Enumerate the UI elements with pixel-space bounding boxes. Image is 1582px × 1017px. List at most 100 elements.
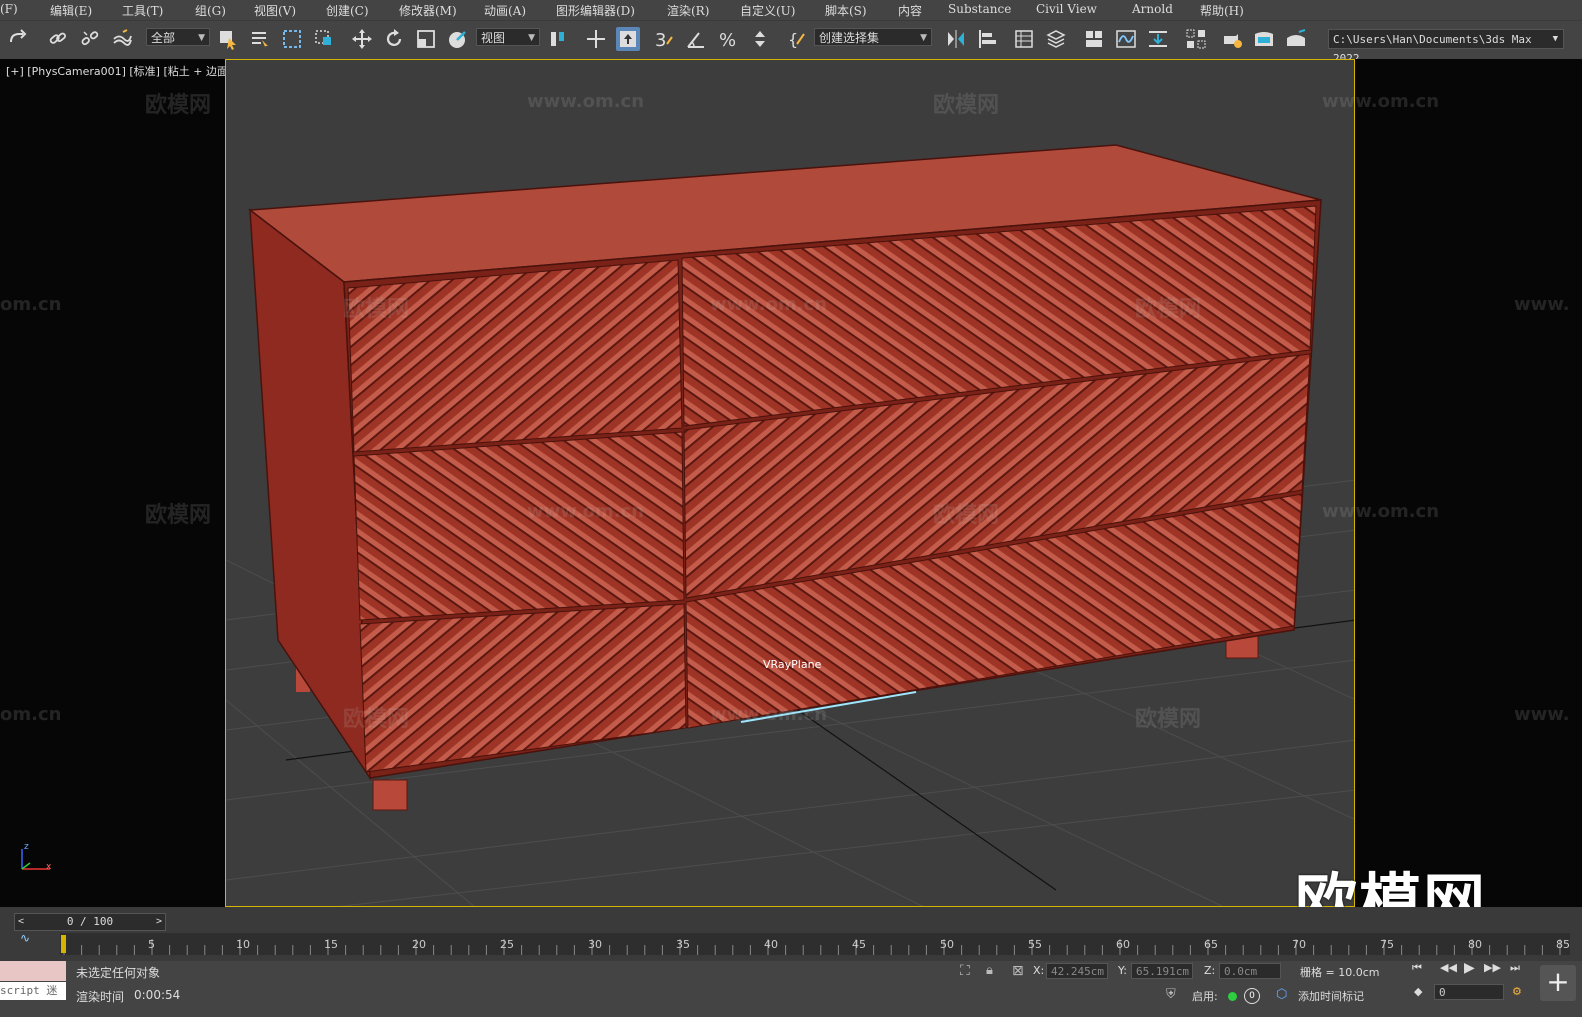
layer-explorer-icon[interactable] xyxy=(1044,27,1068,51)
named-selection-dropdown[interactable]: 创建选择集 ▼ xyxy=(814,28,932,46)
angle-snap-icon[interactable] xyxy=(684,27,708,51)
select-object-icon[interactable] xyxy=(216,27,240,51)
menu-bar: (F) 编辑(E) 工具(T) 组(G) 视图(V) 创建(C) 修改器(M) … xyxy=(0,0,1582,20)
keyboard-shortcut-override-icon[interactable] xyxy=(616,27,640,51)
chevron-right-icon[interactable]: > xyxy=(156,914,162,930)
viewport[interactable]: [+] [PhysCamera001] [标准] [粘土 + 边面] VRayP… xyxy=(0,59,1582,907)
bind-spacewarp-icon[interactable] xyxy=(110,27,134,51)
drawer-panel xyxy=(359,603,687,773)
y-coordinate-field[interactable]: 65.191cm xyxy=(1131,963,1193,979)
snaps-toggle-icon[interactable]: 3 xyxy=(652,27,676,51)
redo-icon[interactable] xyxy=(6,27,30,51)
time-slider[interactable]: < 0 / 100 > ∿ 05101520253035404550556065… xyxy=(0,907,1582,961)
menu-customize[interactable]: 自定义(U) xyxy=(740,2,795,19)
watermark: www.om.cn xyxy=(527,501,645,522)
viewport-label[interactable]: [+] [PhysCamera001] [标准] [粘土 + 边面] xyxy=(6,63,232,79)
menu-rendering[interactable]: 渲染(R) xyxy=(667,2,709,19)
mirror-icon[interactable] xyxy=(944,27,968,51)
render-setup-icon[interactable] xyxy=(1220,27,1244,51)
z-coordinate-field[interactable]: 0.0cm xyxy=(1219,963,1281,979)
percent-snap-icon[interactable]: % xyxy=(716,27,740,51)
maxscript-mini-listener[interactable]: script 迷 xyxy=(0,982,66,1000)
render-production-icon[interactable] xyxy=(1284,27,1308,51)
window-crossing-icon[interactable] xyxy=(312,27,336,51)
reference-coord-dropdown[interactable]: 视图 ▼ xyxy=(476,28,540,46)
menu-content[interactable]: 内容 xyxy=(898,2,922,19)
timeline-tick-label: 5 xyxy=(148,938,155,951)
enable-count-badge[interactable]: 0 xyxy=(1244,988,1260,1004)
key-mode-icon[interactable]: ◆ xyxy=(1414,985,1422,998)
menu-arnold[interactable]: Arnold xyxy=(1132,2,1173,16)
unlink-icon[interactable] xyxy=(78,27,102,51)
placement-icon[interactable] xyxy=(446,27,470,51)
go-to-end-icon[interactable]: ⏭ xyxy=(1510,961,1520,975)
watermark: 欧模网 xyxy=(145,503,212,528)
menu-tools[interactable]: 工具(T) xyxy=(122,2,163,19)
maxscript-listener-top[interactable] xyxy=(0,961,66,981)
select-manipulate-icon[interactable] xyxy=(584,27,608,51)
camera-safe-frame[interactable]: VRayPlane xyxy=(225,59,1355,907)
project-path-field[interactable]: C:\Users\Han\Documents\3ds Max 2022▼ xyxy=(1328,29,1564,65)
curve-editor-mini-icon[interactable]: ∿ xyxy=(20,931,30,945)
timeline-tick-label: 60 xyxy=(1116,938,1130,951)
timeline-track[interactable] xyxy=(60,933,1570,955)
material-editor-icon[interactable] xyxy=(1184,27,1208,51)
absolute-mode-icon[interactable]: ⊠ xyxy=(1012,963,1024,979)
align-icon[interactable] xyxy=(976,27,1000,51)
menu-scripting[interactable]: 脚本(S) xyxy=(825,2,867,19)
chevron-left-icon[interactable]: < xyxy=(18,914,24,930)
timeline-tick-label: 25 xyxy=(500,938,514,951)
timeline-tick-label: 65 xyxy=(1204,938,1218,951)
go-to-start-icon[interactable]: ⏮ xyxy=(1412,961,1422,975)
menu-graph-editors[interactable]: 图形编辑器(D) xyxy=(556,2,635,19)
menu-create[interactable]: 创建(C) xyxy=(326,2,369,19)
add-viewport-button[interactable]: + xyxy=(1540,965,1576,1001)
scale-icon[interactable] xyxy=(414,27,438,51)
play-icon[interactable]: ▶ xyxy=(1464,960,1475,976)
current-frame-field[interactable]: 0 xyxy=(1434,984,1504,1000)
link-icon[interactable] xyxy=(46,27,70,51)
rectangular-selection-icon[interactable] xyxy=(280,27,304,51)
edit-named-selection-icon[interactable]: { xyxy=(786,27,810,51)
y-label: Y: xyxy=(1118,964,1127,977)
next-frame-icon[interactable]: ▶▶ xyxy=(1484,961,1501,974)
move-icon[interactable] xyxy=(350,27,374,51)
select-by-name-icon[interactable] xyxy=(248,27,272,51)
curve-editor-icon[interactable] xyxy=(1114,27,1138,51)
watermark: 欧模网 xyxy=(1135,707,1202,732)
time-config-icon[interactable]: ⚙ xyxy=(1512,985,1522,998)
object-label[interactable]: VRayPlane xyxy=(763,658,821,671)
x-coordinate-field[interactable]: 42.245cm xyxy=(1046,963,1108,979)
pivot-center-icon[interactable] xyxy=(546,27,570,51)
lock-icon[interactable]: 🔒︎ xyxy=(986,963,993,978)
selection-filter-dropdown[interactable]: 全部 ▼ xyxy=(146,28,210,46)
rotate-icon[interactable] xyxy=(382,27,406,51)
menu-substance[interactable]: Substance xyxy=(948,2,1011,16)
schematic-view-icon[interactable] xyxy=(1146,27,1170,51)
menu-animation[interactable]: 动画(A) xyxy=(484,2,526,19)
spinner-snap-icon[interactable] xyxy=(748,27,772,51)
menu-help[interactable]: 帮助(H) xyxy=(1200,2,1244,19)
watermark: www.om.cn xyxy=(1322,501,1440,522)
frame-slider[interactable]: < 0 / 100 > xyxy=(14,913,166,931)
menu-edit[interactable]: 编辑(E) xyxy=(50,2,92,19)
render-time-label: 渲染时间 xyxy=(76,990,125,1004)
cube-icon[interactable]: ⬡ xyxy=(1276,987,1287,1002)
menu-group[interactable]: 组(G) xyxy=(195,2,226,19)
scene-explorer-icon[interactable] xyxy=(1012,27,1036,51)
previous-frame-icon[interactable]: ◀◀ xyxy=(1440,961,1457,974)
render-time-value: 0:00:54 xyxy=(134,988,181,1002)
add-time-tag[interactable]: 添加时间标记 xyxy=(1298,988,1364,1004)
timeline-tick-label: 70 xyxy=(1292,938,1306,951)
isolate-selection-icon[interactable]: ⛶ xyxy=(960,963,970,979)
time-cursor[interactable] xyxy=(61,935,66,953)
cabinet-leg xyxy=(372,779,408,811)
watermark: www.om.cn xyxy=(527,91,645,112)
toggle-ribbon-icon[interactable] xyxy=(1082,27,1106,51)
menu-view[interactable]: 视图(V) xyxy=(254,2,296,19)
menu-civil-view[interactable]: Civil View xyxy=(1036,2,1097,16)
rendered-frame-window-icon[interactable] xyxy=(1252,27,1276,51)
menu-modifiers[interactable]: 修改器(M) xyxy=(399,2,457,19)
shield-icon[interactable]: ⛨ xyxy=(1166,987,1176,1002)
menu-file[interactable]: (F) xyxy=(0,2,18,16)
